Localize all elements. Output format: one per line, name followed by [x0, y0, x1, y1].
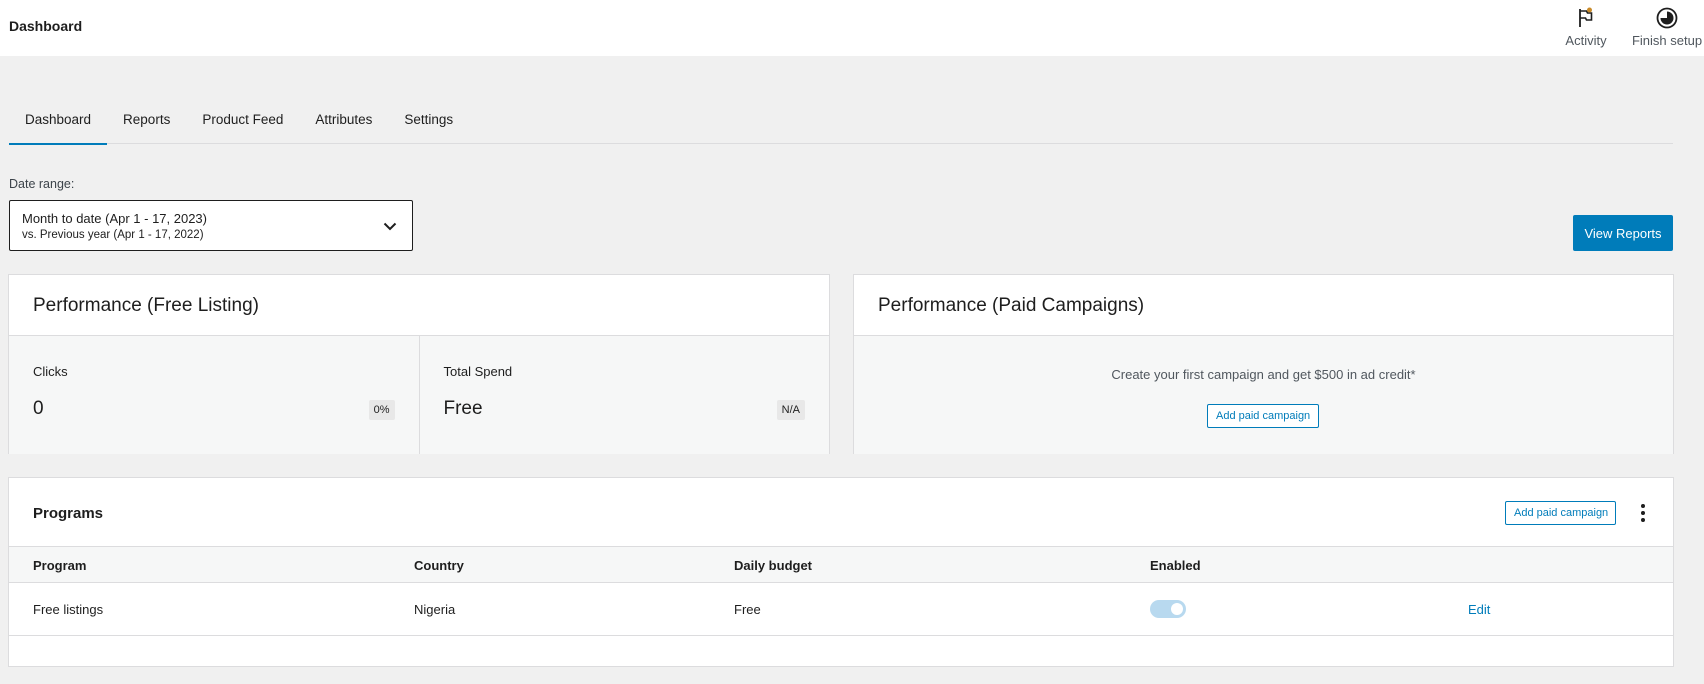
date-range-primary: Month to date (Apr 1 - 17, 2023) [22, 211, 207, 226]
more-options-icon[interactable] [1633, 501, 1653, 525]
programs-title: Programs [33, 505, 104, 522]
metric-label: Total Spend [443, 364, 513, 379]
programs-header: Programs Add paid campaign [9, 478, 1673, 547]
top-bar: Dashboard Activity Finish setup [0, 0, 1704, 56]
free-listing-title: Performance (Free Listing) [9, 275, 829, 336]
programs-card: Programs Add paid campaign Program Count… [8, 477, 1674, 667]
program-country: Nigeria [414, 602, 456, 617]
program-budget: Free [734, 602, 761, 617]
program-name: Free listings [33, 602, 104, 617]
tab-reports[interactable]: Reports [107, 103, 186, 144]
finish-setup-button[interactable]: Finish setup [1630, 6, 1704, 48]
progress-circle-icon [1656, 7, 1678, 29]
view-reports-button[interactable]: View Reports [1573, 215, 1673, 251]
finish-setup-label: Finish setup [1631, 33, 1703, 48]
tab-bar: Dashboard Reports Product Feed Attribute… [9, 103, 1673, 145]
add-paid-campaign-button[interactable]: Add paid campaign [1207, 404, 1319, 428]
tab-dashboard[interactable]: Dashboard [9, 103, 108, 145]
column-header-country: Country [414, 558, 464, 573]
date-range-label: Date range: [9, 177, 75, 191]
tab-product-feed[interactable]: Product Feed [186, 103, 299, 144]
programs-add-paid-campaign-button[interactable]: Add paid campaign [1505, 501, 1616, 525]
flag-icon [1579, 7, 1593, 27]
programs-table-header: Program Country Daily budget Enabled [9, 547, 1673, 583]
metric-label: Clicks [33, 364, 68, 379]
metric-value: Free [443, 398, 483, 419]
paid-campaigns-body: Create your first campaign and get $500 … [854, 336, 1673, 454]
page-title: Dashboard [9, 18, 83, 34]
paid-campaigns-title: Performance (Paid Campaigns) [854, 275, 1673, 336]
enabled-toggle[interactable] [1150, 600, 1186, 618]
tab-settings[interactable]: Settings [388, 103, 469, 144]
column-header-enabled: Enabled [1150, 558, 1201, 573]
column-header-daily-budget: Daily budget [734, 558, 813, 573]
chevron-down-icon [383, 222, 397, 231]
activity-label: Activity [1565, 33, 1607, 48]
date-range-secondary: vs. Previous year (Apr 1 - 17, 2022) [22, 229, 204, 241]
metric-clicks[interactable]: Clicks 0 0% [9, 336, 419, 454]
metric-total-spend[interactable]: Total Spend Free N/A [418, 336, 830, 454]
edit-link[interactable]: Edit [1468, 602, 1490, 617]
date-range-dropdown[interactable]: Month to date (Apr 1 - 17, 2023) vs. Pre… [9, 200, 413, 251]
free-listing-performance-card: Performance (Free Listing) Clicks 0 0% T… [8, 274, 830, 454]
free-listing-metrics: Clicks 0 0% Total Spend Free N/A [9, 336, 829, 454]
table-row: Free listings Nigeria Free Edit [9, 583, 1673, 636]
metric-delta-badge: N/A [776, 400, 805, 420]
metric-delta-badge: 0% [368, 400, 395, 420]
ad-credit-promo: Create your first campaign and get $500 … [1111, 367, 1416, 382]
tab-attributes[interactable]: Attributes [299, 103, 388, 144]
paid-campaigns-performance-card: Performance (Paid Campaigns) Create your… [853, 274, 1674, 454]
metric-value: 0 [33, 398, 44, 419]
column-header-program: Program [33, 558, 87, 573]
activity-button[interactable]: Activity [1562, 6, 1610, 48]
